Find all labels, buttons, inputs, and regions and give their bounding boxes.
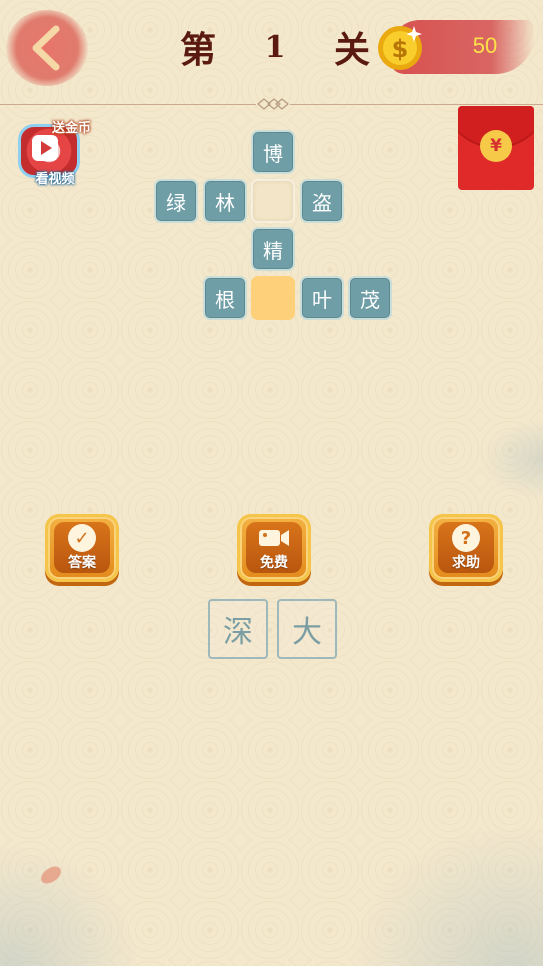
cloud-decoration-right-mid [483,420,543,500]
chevron-left-icon [32,25,60,71]
grid-cell-selected[interactable] [251,276,295,320]
watch-video-reward-button[interactable]: 送金币 看视频 [12,116,98,188]
grid-cell: 茂 [348,276,392,320]
level-title: 第 1 关 [180,22,370,72]
grid-cell: 精 [251,227,295,271]
reward-caption: 看视频 [35,172,75,187]
candidate-tile[interactable]: 大 [277,599,337,659]
answer-label: 答案 [68,555,96,571]
grid-cell: 盗 [300,179,344,223]
help-button[interactable]: ? 求助 [429,514,503,582]
candidate-tile[interactable]: 深 [208,599,268,659]
coin-count: 50 [472,33,498,58]
cloud-decoration-right [353,826,543,966]
free-video-button[interactable]: 免费 [237,514,311,582]
question-mark-icon: ? [452,524,480,552]
answer-button[interactable]: ✓ 答案 [45,514,119,582]
level-number: 1 [264,29,286,65]
grid-cell: 叶 [300,276,344,320]
cloud-decoration-left [0,846,140,966]
grid-cell: 林 [203,179,247,223]
reward-tag: 送金币 [52,121,92,136]
knot-ornament-icon [256,98,290,110]
yuan-icon: ¥ [480,130,512,162]
play-icon [32,135,58,161]
video-camera-icon [259,530,289,546]
title-prefix: 第 [180,29,217,71]
checkmark-icon: ✓ [68,524,96,552]
title-suffix: 关 [333,29,370,71]
free-label: 免费 [260,555,288,571]
gold-coin-icon: $ [378,26,422,70]
grid-cell: 博 [251,130,295,174]
svg-text:$: $ [392,35,409,63]
back-button[interactable] [18,20,74,76]
red-envelope-button[interactable]: ¥ [458,106,534,190]
grid-cell-empty[interactable] [251,179,295,223]
grid-cell: 根 [203,276,247,320]
help-label: 求助 [452,555,480,571]
grid-cell: 绿 [154,179,198,223]
